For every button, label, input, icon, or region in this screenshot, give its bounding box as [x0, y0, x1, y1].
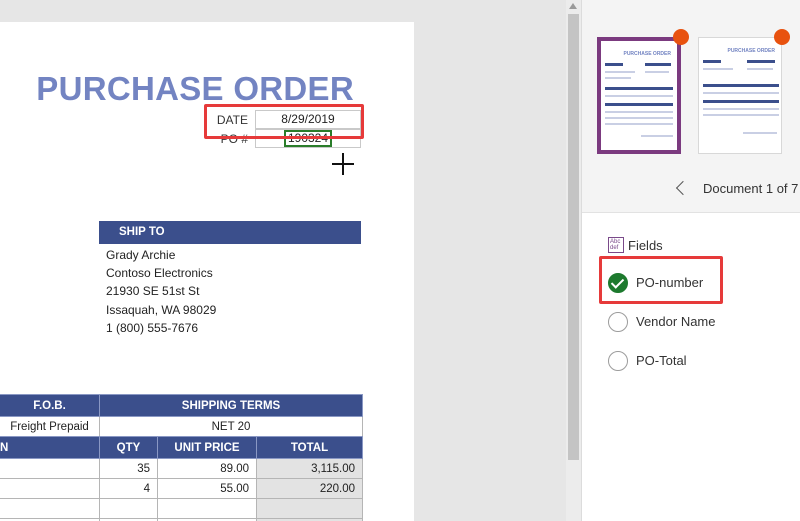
thumbnail-line: [605, 117, 673, 119]
thumbnail-line: [747, 68, 773, 70]
ship-to-street: 21930 SE 51st St: [106, 284, 200, 298]
scroll-up-arrow-icon[interactable]: [569, 3, 577, 9]
document-thumbnail-1[interactable]: PURCHASE ORDER: [597, 37, 681, 154]
ship-to-name: Grady Archie: [106, 248, 176, 262]
cell: [0, 458, 100, 479]
thumbnail-line: [703, 68, 733, 70]
cell-qty: 4: [99, 478, 158, 499]
fob-header: F.O.B.: [0, 394, 100, 417]
ship-to-company: Contoso Electronics: [106, 266, 213, 280]
thumbnail-line: [641, 135, 673, 137]
thumbnail-line: [605, 77, 631, 79]
cell-qty: 35: [99, 458, 158, 479]
thumbnail-line: [743, 132, 777, 134]
document-thumbnail-strip: PURCHASE ORDER PURCHASE ORDER Document 1…: [582, 0, 800, 213]
chevron-left-icon[interactable]: [675, 180, 691, 196]
total-header: TOTAL: [256, 436, 363, 459]
table-row: 35 89.00 3,115.00: [0, 458, 363, 479]
unit-price-header: UNIT PRICE: [157, 436, 257, 459]
table-row: 4 55.00 220.00: [0, 478, 363, 499]
thumbnail-line: [605, 123, 673, 125]
scrollbar-thumb[interactable]: [568, 14, 579, 460]
thumbnail-line: [703, 114, 779, 116]
shipping-terms-value: NET 20: [99, 416, 363, 437]
document-thumbnail-2[interactable]: PURCHASE ORDER: [698, 37, 782, 154]
table-row: [0, 498, 363, 519]
fields-label: Fields: [628, 238, 663, 253]
field-label: PO-Total: [636, 353, 687, 368]
thumbnail-line: [605, 111, 673, 113]
cell: [0, 498, 100, 519]
thumbnail-bar: [605, 103, 673, 106]
fob-value: Freight Prepaid: [0, 416, 100, 437]
ship-to-city: Issaquah, WA 98029: [106, 303, 217, 317]
cell-qty: [99, 498, 158, 519]
thumbnail-bar: [605, 63, 623, 66]
cell-unit-price: 89.00: [157, 458, 257, 479]
qty-header: QTY: [99, 436, 158, 459]
shipping-terms-header: SHIPPING TERMS: [99, 394, 363, 417]
radio-button[interactable]: [608, 312, 628, 332]
line-items-table: N QTY UNIT PRICE TOTAL 35 89.00 3,115.00…: [0, 436, 363, 521]
labeling-panel: PURCHASE ORDER PURCHASE ORDER Document 1…: [581, 0, 800, 521]
cell-unit-price: [157, 498, 257, 519]
radio-button[interactable]: [608, 351, 628, 371]
ship-to-header: SHIP TO: [99, 221, 361, 244]
badge-dot-icon: [673, 29, 689, 45]
thumbnail-title: PURCHASE ORDER: [623, 51, 671, 57]
thumbnail-line: [605, 71, 635, 73]
thumbnail-line: [703, 108, 779, 110]
thumbnail-line: [605, 95, 673, 97]
fields-tag-icon: Abc def: [608, 237, 624, 253]
thumbnail-bar: [747, 60, 775, 63]
po-field-highlight: [204, 104, 364, 139]
document-viewer[interactable]: PURCHASE ORDER DATE 8/29/2019 PO # 19032…: [0, 0, 566, 521]
document-title: PURCHASE ORDER: [36, 70, 354, 107]
crosshair-cursor-icon: [332, 153, 354, 175]
field-label: Vendor Name: [636, 314, 716, 329]
thumbnail-bar: [703, 84, 779, 87]
selected-field-highlight: [599, 256, 723, 304]
cell-total: 3,115.00: [256, 458, 363, 479]
thumbnail-line: [703, 92, 779, 94]
cell-unit-price: 55.00: [157, 478, 257, 499]
vertical-scrollbar[interactable]: [566, 0, 581, 521]
cell-total: [256, 498, 363, 519]
ship-to-phone: 1 (800) 555-7676: [106, 321, 199, 335]
description-header: N: [0, 436, 100, 459]
thumbnail-line: [645, 71, 669, 73]
thumbnail-title: PURCHASE ORDER: [727, 48, 775, 54]
badge-dot-icon: [774, 29, 790, 45]
thumbnail-bar: [703, 60, 721, 63]
cell-total: 220.00: [256, 478, 363, 499]
thumbnail-bar: [605, 87, 673, 90]
thumbnail-bar: [645, 63, 671, 66]
document-counter: Document 1 of 7: [703, 181, 799, 196]
thumbnail-bar: [703, 100, 779, 103]
terms-table: F.O.B. SHIPPING TERMS Freight Prepaid NE…: [0, 394, 363, 437]
cell: [0, 478, 100, 499]
